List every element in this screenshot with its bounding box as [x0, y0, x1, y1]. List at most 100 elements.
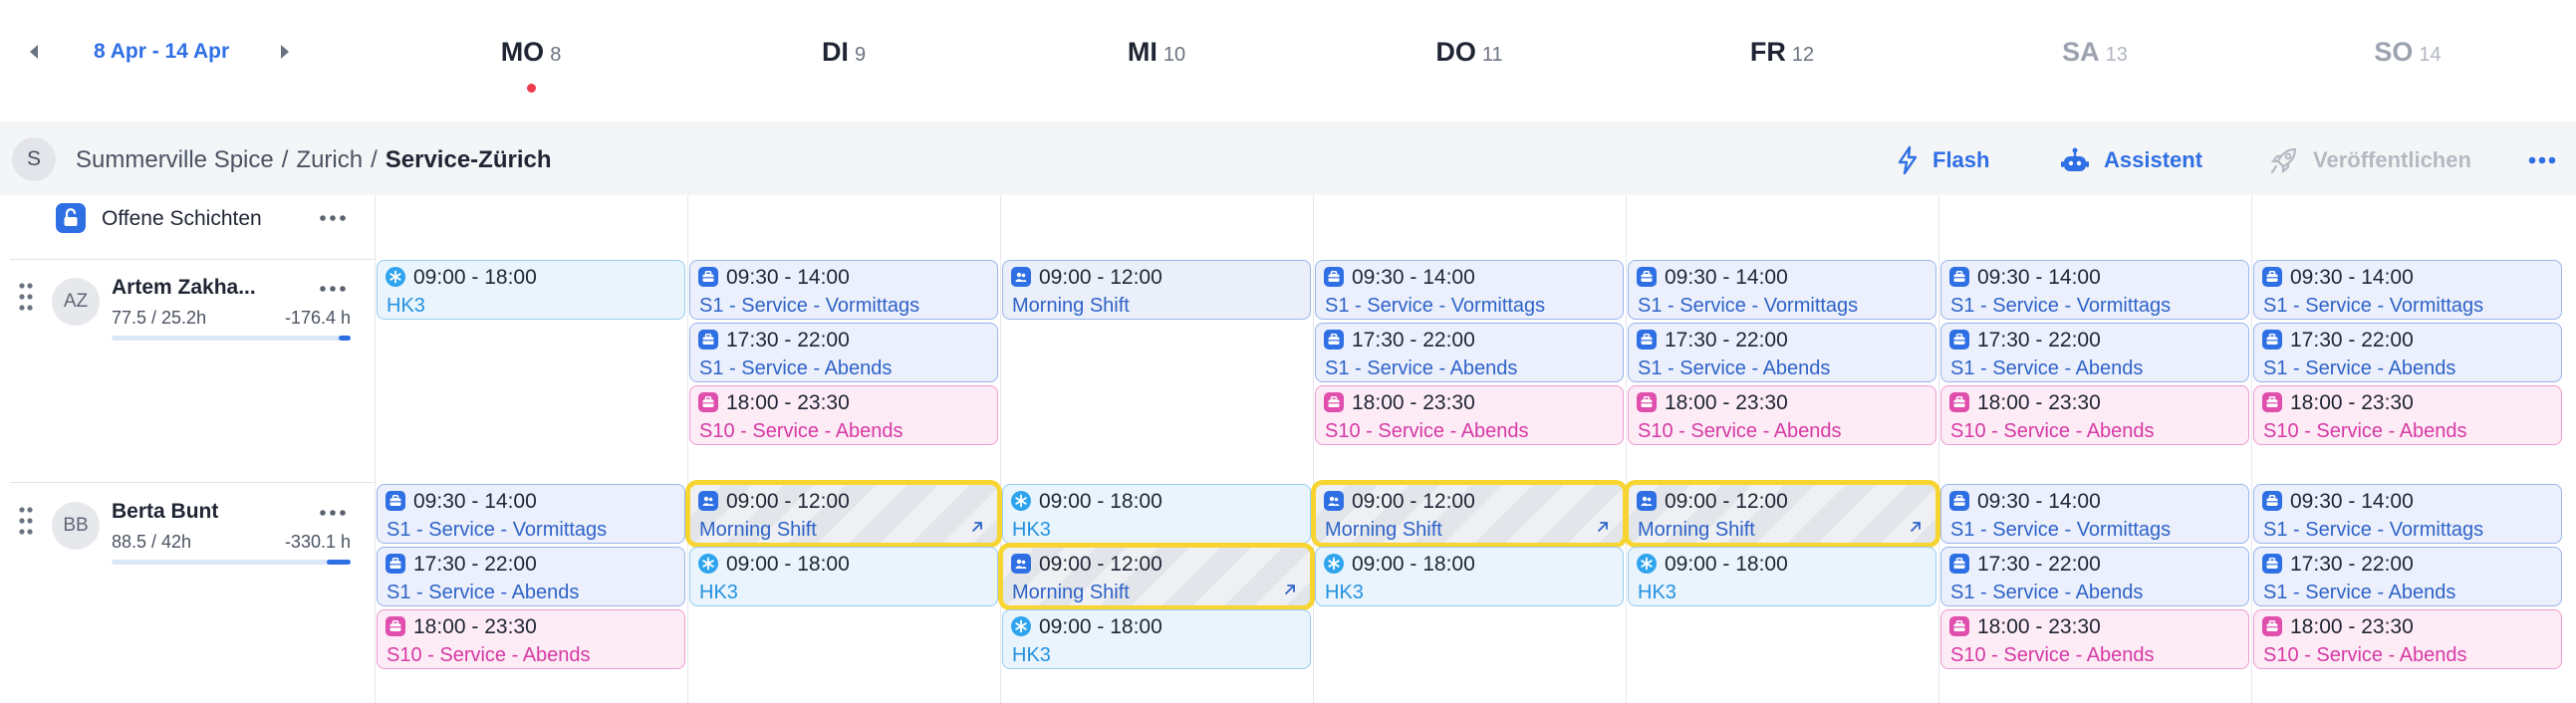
- employee-row[interactable]: AZ Artem Zakha... 77.5 / 25.2h -176.4 h: [0, 260, 375, 459]
- day-header-sa[interactable]: SA 13: [1938, 32, 2251, 77]
- shift-card[interactable]: 09:00 - 12:00 Morning Shift: [1002, 260, 1311, 320]
- shift-card[interactable]: 09:00 - 12:00 Morning Shift: [1002, 547, 1311, 606]
- employee-row[interactable]: BB Berta Bunt 88.5 / 42h -330.1 h: [0, 484, 375, 683]
- shift-name: S1 - Service - Vormittags: [1325, 295, 1546, 317]
- shift-card[interactable]: 17:30 - 22:00 S1 - Service - Abends: [1315, 323, 1624, 382]
- day-header-fr[interactable]: FR 12: [1626, 32, 1938, 77]
- column-divider: [1313, 195, 1314, 703]
- employee-menu-icon[interactable]: [317, 502, 349, 524]
- shift-card[interactable]: 09:30 - 14:00 S1 - Service - Vormittags: [2253, 260, 2562, 320]
- column-divider: [375, 195, 376, 703]
- shift-card[interactable]: 09:30 - 14:00 S1 - Service - Vormittags: [1628, 260, 1936, 320]
- shift-card[interactable]: 09:30 - 14:00 S1 - Service - Vormittags: [2253, 484, 2562, 544]
- day-header-mi[interactable]: MI 10: [1000, 32, 1313, 77]
- shift-card[interactable]: 18:00 - 23:30 S10 - Service - Abends: [377, 609, 685, 669]
- chevron-left-icon[interactable]: [20, 38, 48, 66]
- shift-card[interactable]: 09:00 - 12:00 Morning Shift: [689, 484, 998, 544]
- shift-card[interactable]: 09:00 - 18:00 HK3: [1002, 609, 1311, 669]
- breadcrumb-item-location[interactable]: Zurich: [296, 146, 363, 173]
- shift-time: 09:30 - 14:00: [1977, 266, 2101, 289]
- drag-handle-icon[interactable]: [18, 282, 34, 312]
- shift-card[interactable]: 09:00 - 12:00 Morning Shift: [1628, 484, 1936, 544]
- column-divider: [2251, 195, 2252, 703]
- employee-name[interactable]: Berta Bunt: [112, 498, 218, 526]
- briefcase-icon: [1949, 491, 1969, 511]
- avatar[interactable]: BB: [52, 502, 100, 550]
- shift-card[interactable]: 09:00 - 18:00 HK3: [689, 547, 998, 606]
- shift-name: S1 - Service - Abends: [386, 582, 580, 603]
- employee-menu-icon[interactable]: [317, 278, 349, 300]
- shift-card[interactable]: 17:30 - 22:00 S1 - Service - Abends: [2253, 547, 2562, 606]
- shift-name: S1 - Service - Abends: [2263, 582, 2456, 603]
- shift-card[interactable]: 17:30 - 22:00 S1 - Service - Abends: [689, 323, 998, 382]
- shift-card[interactable]: 09:00 - 12:00 Morning Shift: [1315, 484, 1624, 544]
- shift-name: HK3: [1325, 582, 1364, 603]
- shift-time: 09:30 - 14:00: [1977, 490, 2101, 513]
- arrow-up-right-icon[interactable]: [1908, 519, 1924, 535]
- shift-name: S1 - Service - Vormittags: [699, 295, 920, 317]
- breadcrumb-item-company[interactable]: Summerville Spice: [76, 146, 274, 173]
- day-number: 10: [1162, 44, 1186, 66]
- shift-card[interactable]: 09:00 - 18:00 HK3: [1315, 547, 1624, 606]
- chevron-right-icon[interactable]: [271, 38, 299, 66]
- briefcase-icon: [1949, 554, 1969, 574]
- shift-card[interactable]: 09:30 - 14:00 S1 - Service - Vormittags: [1315, 260, 1624, 320]
- day-header-so[interactable]: SO 14: [2251, 32, 2564, 77]
- shift-card[interactable]: 17:30 - 22:00 S1 - Service - Abends: [2253, 323, 2562, 382]
- assistant-button[interactable]: Assistent: [2060, 143, 2202, 177]
- shift-card[interactable]: 18:00 - 23:30 S10 - Service - Abends: [1628, 385, 1936, 445]
- briefcase-icon: [386, 554, 405, 574]
- assistant-label: Assistent: [2104, 147, 2203, 172]
- shift-name: S10 - Service - Abends: [1325, 420, 1529, 442]
- shift-card[interactable]: 09:00 - 18:00 HK3: [1628, 547, 1936, 606]
- shift-name: HK3: [699, 582, 738, 603]
- arrow-up-right-icon[interactable]: [1282, 582, 1298, 597]
- shift-card[interactable]: 18:00 - 23:30 S10 - Service - Abends: [2253, 385, 2562, 445]
- drag-handle-icon[interactable]: [18, 506, 34, 536]
- shift-card[interactable]: 09:00 - 18:00 HK3: [1002, 484, 1311, 544]
- shift-card[interactable]: 17:30 - 22:00 S1 - Service - Abends: [1940, 547, 2249, 606]
- shift-time: 18:00 - 23:30: [1977, 615, 2101, 638]
- shift-time: 18:00 - 23:30: [1352, 391, 1475, 414]
- shift-time: 09:30 - 14:00: [413, 490, 537, 513]
- group-icon: [1011, 554, 1031, 574]
- flash-button[interactable]: Flash: [1897, 143, 1989, 177]
- breadcrumb: Summerville Spice / Zurich / Service-Zürich: [76, 145, 552, 175]
- date-range[interactable]: 8 Apr - 14 Apr: [94, 38, 229, 66]
- day-header-di[interactable]: DI 9: [687, 32, 1000, 77]
- shift-name: S10 - Service - Abends: [2263, 420, 2467, 442]
- arrow-up-right-icon[interactable]: [969, 519, 985, 535]
- day-header-mo[interactable]: MO 8: [375, 32, 687, 93]
- hours-progress-bar: [112, 560, 351, 565]
- employee-name[interactable]: Artem Zakha...: [112, 274, 256, 302]
- shift-card[interactable]: 18:00 - 23:30 S10 - Service - Abends: [1940, 385, 2249, 445]
- open-shifts-row[interactable]: Offene Schichten: [0, 195, 375, 259]
- briefcase-icon: [2262, 491, 2282, 511]
- shift-card[interactable]: 17:30 - 22:00 S1 - Service - Abends: [377, 547, 685, 606]
- shift-name: S1 - Service - Abends: [2263, 357, 2456, 379]
- shift-time: 18:00 - 23:30: [413, 615, 537, 638]
- org-avatar[interactable]: S: [12, 137, 56, 181]
- shift-card[interactable]: 09:30 - 14:00 S1 - Service - Vormittags: [377, 484, 685, 544]
- shift-card[interactable]: 09:30 - 14:00 S1 - Service - Vormittags: [1940, 484, 2249, 544]
- avatar[interactable]: AZ: [52, 278, 100, 326]
- shift-card[interactable]: 18:00 - 23:30 S10 - Service - Abends: [1940, 609, 2249, 669]
- arrow-up-right-icon[interactable]: [1595, 519, 1611, 535]
- robot-icon: [2061, 147, 2089, 171]
- open-shifts-menu-icon[interactable]: [317, 207, 349, 229]
- shift-name: Morning Shift: [1638, 519, 1755, 541]
- shift-card[interactable]: 09:00 - 18:00 HK3: [377, 260, 685, 320]
- shift-card[interactable]: 09:30 - 14:00 S1 - Service - Vormittags: [1940, 260, 2249, 320]
- shift-card[interactable]: 18:00 - 23:30 S10 - Service - Abends: [2253, 609, 2562, 669]
- shift-name: S10 - Service - Abends: [1950, 420, 2155, 442]
- shift-time: 18:00 - 23:30: [2290, 391, 2414, 414]
- shift-card[interactable]: 09:30 - 14:00 S1 - Service - Vormittags: [689, 260, 998, 320]
- more-horizontal-icon[interactable]: [2526, 147, 2558, 173]
- shift-card[interactable]: 17:30 - 22:00 S1 - Service - Abends: [1628, 323, 1936, 382]
- shift-card[interactable]: 17:30 - 22:00 S1 - Service - Abends: [1940, 323, 2249, 382]
- day-header-do[interactable]: DO 11: [1313, 32, 1626, 77]
- shift-card[interactable]: 18:00 - 23:30 S10 - Service - Abends: [689, 385, 998, 445]
- shift-card[interactable]: 18:00 - 23:30 S10 - Service - Abends: [1315, 385, 1624, 445]
- publish-button[interactable]: Veröffentlichen: [2269, 143, 2471, 177]
- shift-name: HK3: [1012, 519, 1051, 541]
